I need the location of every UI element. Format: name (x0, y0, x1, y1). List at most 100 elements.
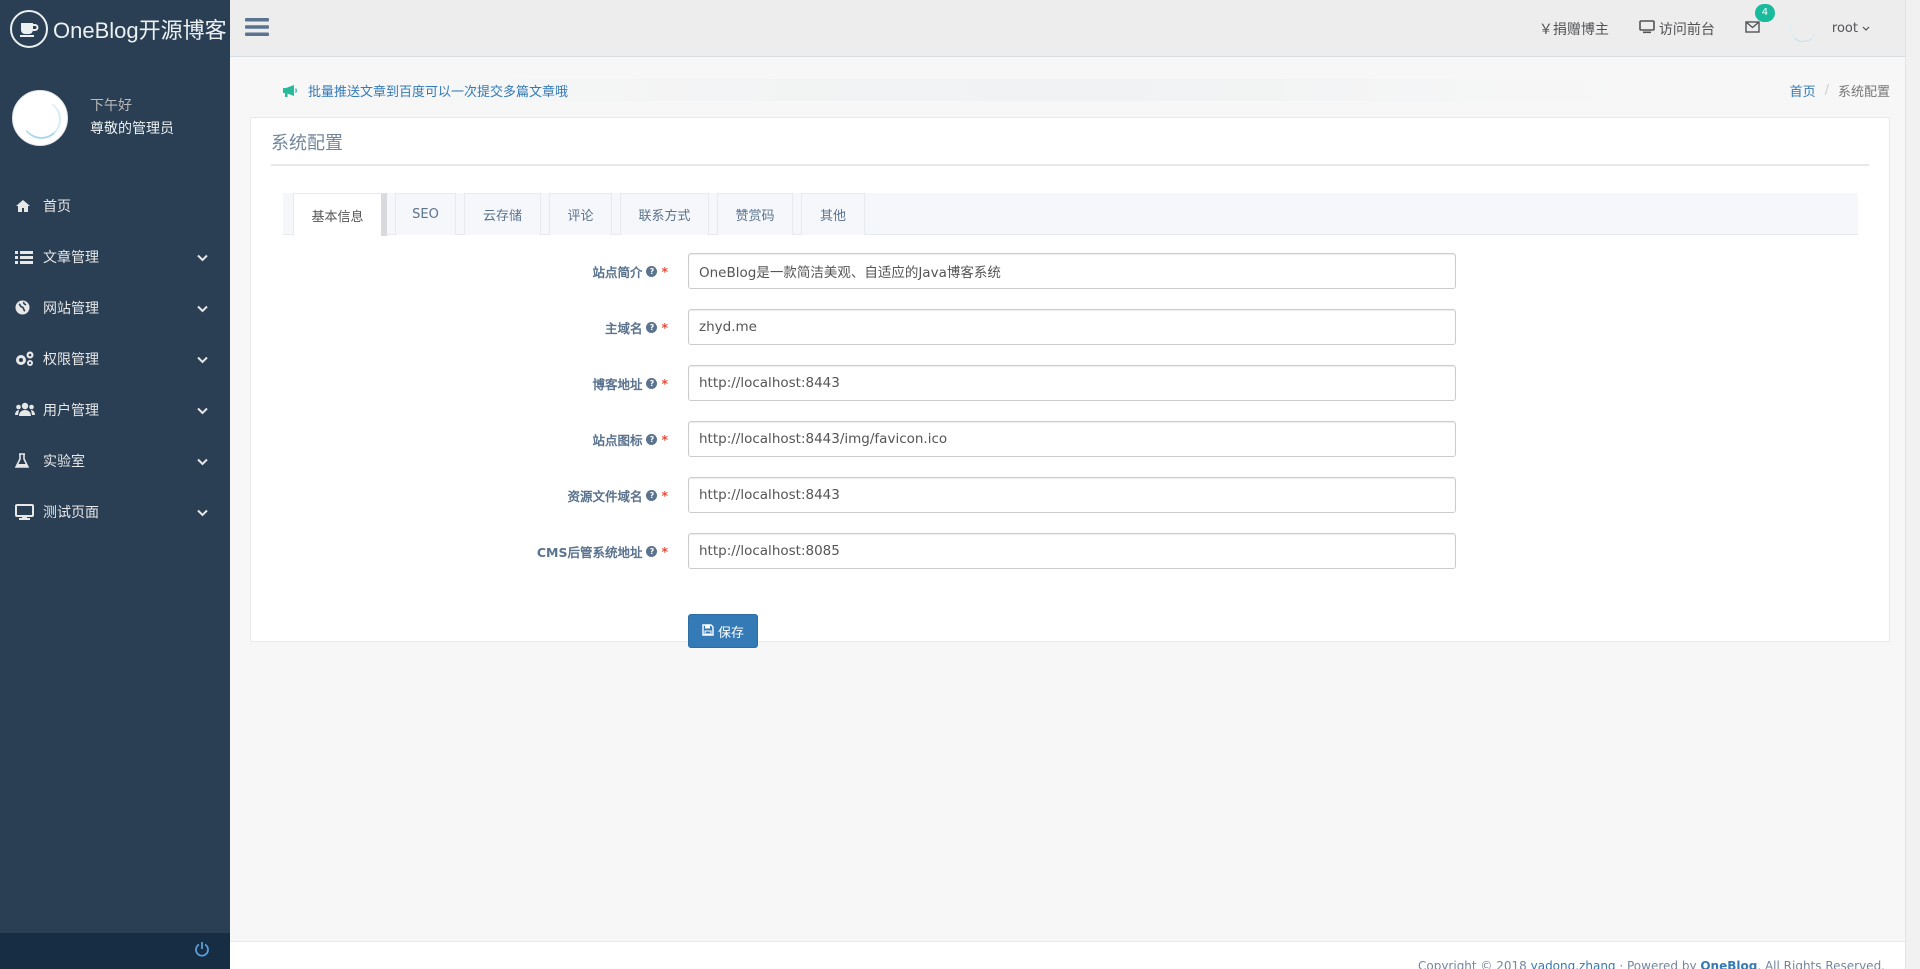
breadcrumb-current: 系统配置 (1837, 84, 1890, 100)
sidebar-item-lab[interactable]: 实验室 (0, 435, 230, 486)
sidebar: OneBlog开源博客 下午好 尊敬的管理员 首页 文章管理 网站管理 权限管理… (0, 0, 230, 969)
sidebar-item-users[interactable]: 用户管理 (0, 384, 230, 435)
chevron-down-icon (197, 454, 208, 470)
form-row-site-intro: 站点简介? * (251, 253, 1889, 289)
sidebar-item-test[interactable]: 测试页面 (0, 486, 230, 537)
required-mark: * (661, 487, 668, 503)
blog-url-label: 博客地址? * (592, 375, 668, 392)
tab-other[interactable]: 其他 (801, 193, 865, 235)
power-icon[interactable] (194, 941, 210, 961)
help-icon[interactable]: ? (646, 433, 658, 445)
save-button[interactable]: 保存 (688, 614, 758, 648)
sidebar-item-home[interactable]: 首页 (0, 180, 230, 231)
profile-greeting: 下午好 (90, 98, 132, 114)
blog-url-input[interactable] (688, 365, 1456, 401)
cms-url-input[interactable] (688, 533, 1456, 569)
tab-comments[interactable]: 评论 (549, 193, 612, 235)
floppy-disk-icon (702, 623, 714, 639)
tab-cloud-storage[interactable]: 云存储 (464, 193, 541, 235)
required-mark: * (661, 263, 668, 279)
sidebar-item-label: 首页 (43, 198, 71, 215)
required-mark: * (661, 319, 668, 335)
sidebar-item-label: 实验室 (43, 453, 85, 470)
notice-bar: 批量推送文章到百度可以一次提交多篇文章哦 (250, 79, 1630, 101)
author-link[interactable]: yadong.zhang (1531, 959, 1616, 969)
sidebar-item-label: 文章管理 (43, 249, 99, 266)
help-icon[interactable]: ? (646, 321, 658, 333)
sidebar-item-label: 权限管理 (43, 351, 99, 368)
brand-title: OneBlog开源博客 (53, 17, 227, 43)
visit-front-label: 访问前台 (1658, 21, 1715, 38)
envelope-icon (1745, 20, 1760, 37)
profile: 下午好 尊敬的管理员 (0, 72, 230, 164)
footer: Copyright © 2018 yadong.zhang · Powered … (230, 941, 1905, 969)
required-mark: * (661, 543, 668, 559)
breadcrumb: 首页 / 系统配置 (1790, 79, 1890, 101)
flask-icon (15, 453, 39, 468)
favicon-input[interactable] (688, 421, 1456, 457)
messages-badge: 4 (1754, 3, 1775, 22)
product-link[interactable]: OneBlog (1700, 959, 1757, 969)
messages-button[interactable]: 4 (1745, 3, 1775, 37)
static-domain-label: 资源文件域名? * (567, 487, 668, 504)
user-avatar (1789, 15, 1816, 42)
chevron-down-icon (197, 250, 208, 266)
form-row-domain: 主域名? * (251, 309, 1889, 345)
chevron-down-icon (197, 505, 208, 521)
form-row-static-domain: 资源文件域名? * (251, 477, 1889, 513)
help-icon[interactable]: ? (646, 265, 658, 277)
tab-basic-info[interactable]: 基本信息 (293, 193, 387, 236)
visit-front-link[interactable]: 访问前台 (1639, 19, 1715, 39)
sidebar-item-permissions[interactable]: 权限管理 (0, 333, 230, 384)
menu-toggle-icon[interactable] (245, 17, 269, 41)
chevron-down-icon (197, 352, 208, 368)
sidebar-item-articles[interactable]: 文章管理 (0, 231, 230, 282)
chevron-down-icon (197, 403, 208, 419)
avatar (12, 90, 68, 146)
form-row-favicon: 站点图标? * (251, 421, 1889, 457)
sidebar-menu: 首页 文章管理 网站管理 权限管理 用户管理 实验室 测试页面 (0, 180, 230, 537)
coffee-cup-icon (10, 9, 48, 48)
help-icon[interactable]: ? (646, 545, 658, 557)
domain-label: 主域名? * (604, 319, 668, 336)
sidebar-item-label: 用户管理 (43, 402, 99, 419)
desktop-icon (15, 503, 39, 520)
breadcrumb-home[interactable]: 首页 (1790, 81, 1816, 100)
scrollbar[interactable] (1905, 0, 1920, 969)
chevron-down-icon (1862, 21, 1870, 36)
tab-seo[interactable]: SEO (395, 193, 456, 235)
required-mark: * (661, 431, 668, 447)
save-label: 保存 (717, 624, 744, 640)
user-menu[interactable]: root (1789, 15, 1870, 42)
static-domain-input[interactable] (688, 477, 1456, 513)
globe-icon (15, 300, 39, 315)
desktop-icon (1639, 19, 1655, 38)
form-row-blog-url: 博客地址? * (251, 365, 1889, 401)
copyright: Copyright © 2018 yadong.zhang · Powered … (1418, 959, 1885, 969)
site-intro-input[interactable] (688, 253, 1456, 289)
cms-url-label: CMS后管系统地址? * (536, 543, 668, 560)
users-icon (15, 402, 39, 417)
sidebar-item-site[interactable]: 网站管理 (0, 282, 230, 333)
donate-link[interactable]: ￥捐赠博主 (1539, 19, 1609, 39)
breadcrumb-separator: / (1824, 82, 1829, 98)
help-icon[interactable]: ? (646, 377, 658, 389)
sidebar-footer (0, 933, 230, 969)
site-intro-label: 站点简介? * (592, 263, 668, 280)
page-title: 系统配置 (271, 133, 343, 153)
home-icon (15, 199, 39, 213)
chevron-down-icon (197, 301, 208, 317)
sidebar-item-label: 测试页面 (43, 504, 99, 521)
notice-text[interactable]: 批量推送文章到百度可以一次提交多篇文章哦 (308, 81, 568, 100)
tab-contact[interactable]: 联系方式 (620, 193, 709, 235)
list-icon (15, 250, 39, 264)
tab-bar: 基本信息 SEO 云存储 评论 联系方式 赞赏码 其他 (283, 193, 1858, 236)
top-nav: ￥捐赠博主 访问前台 4 root (230, 0, 1920, 57)
domain-input[interactable] (688, 309, 1456, 345)
brand[interactable]: OneBlog开源博客 (0, 0, 230, 57)
cogs-icon (15, 351, 39, 367)
help-icon[interactable]: ? (646, 489, 658, 501)
tab-reward-code[interactable]: 赞赏码 (717, 193, 793, 235)
form-row-cms-url: CMS后管系统地址? * (251, 533, 1889, 569)
config-panel: 系统配置 基本信息 SEO 云存储 评论 联系方式 赞赏码 其他 站点简介? * … (250, 117, 1890, 648)
